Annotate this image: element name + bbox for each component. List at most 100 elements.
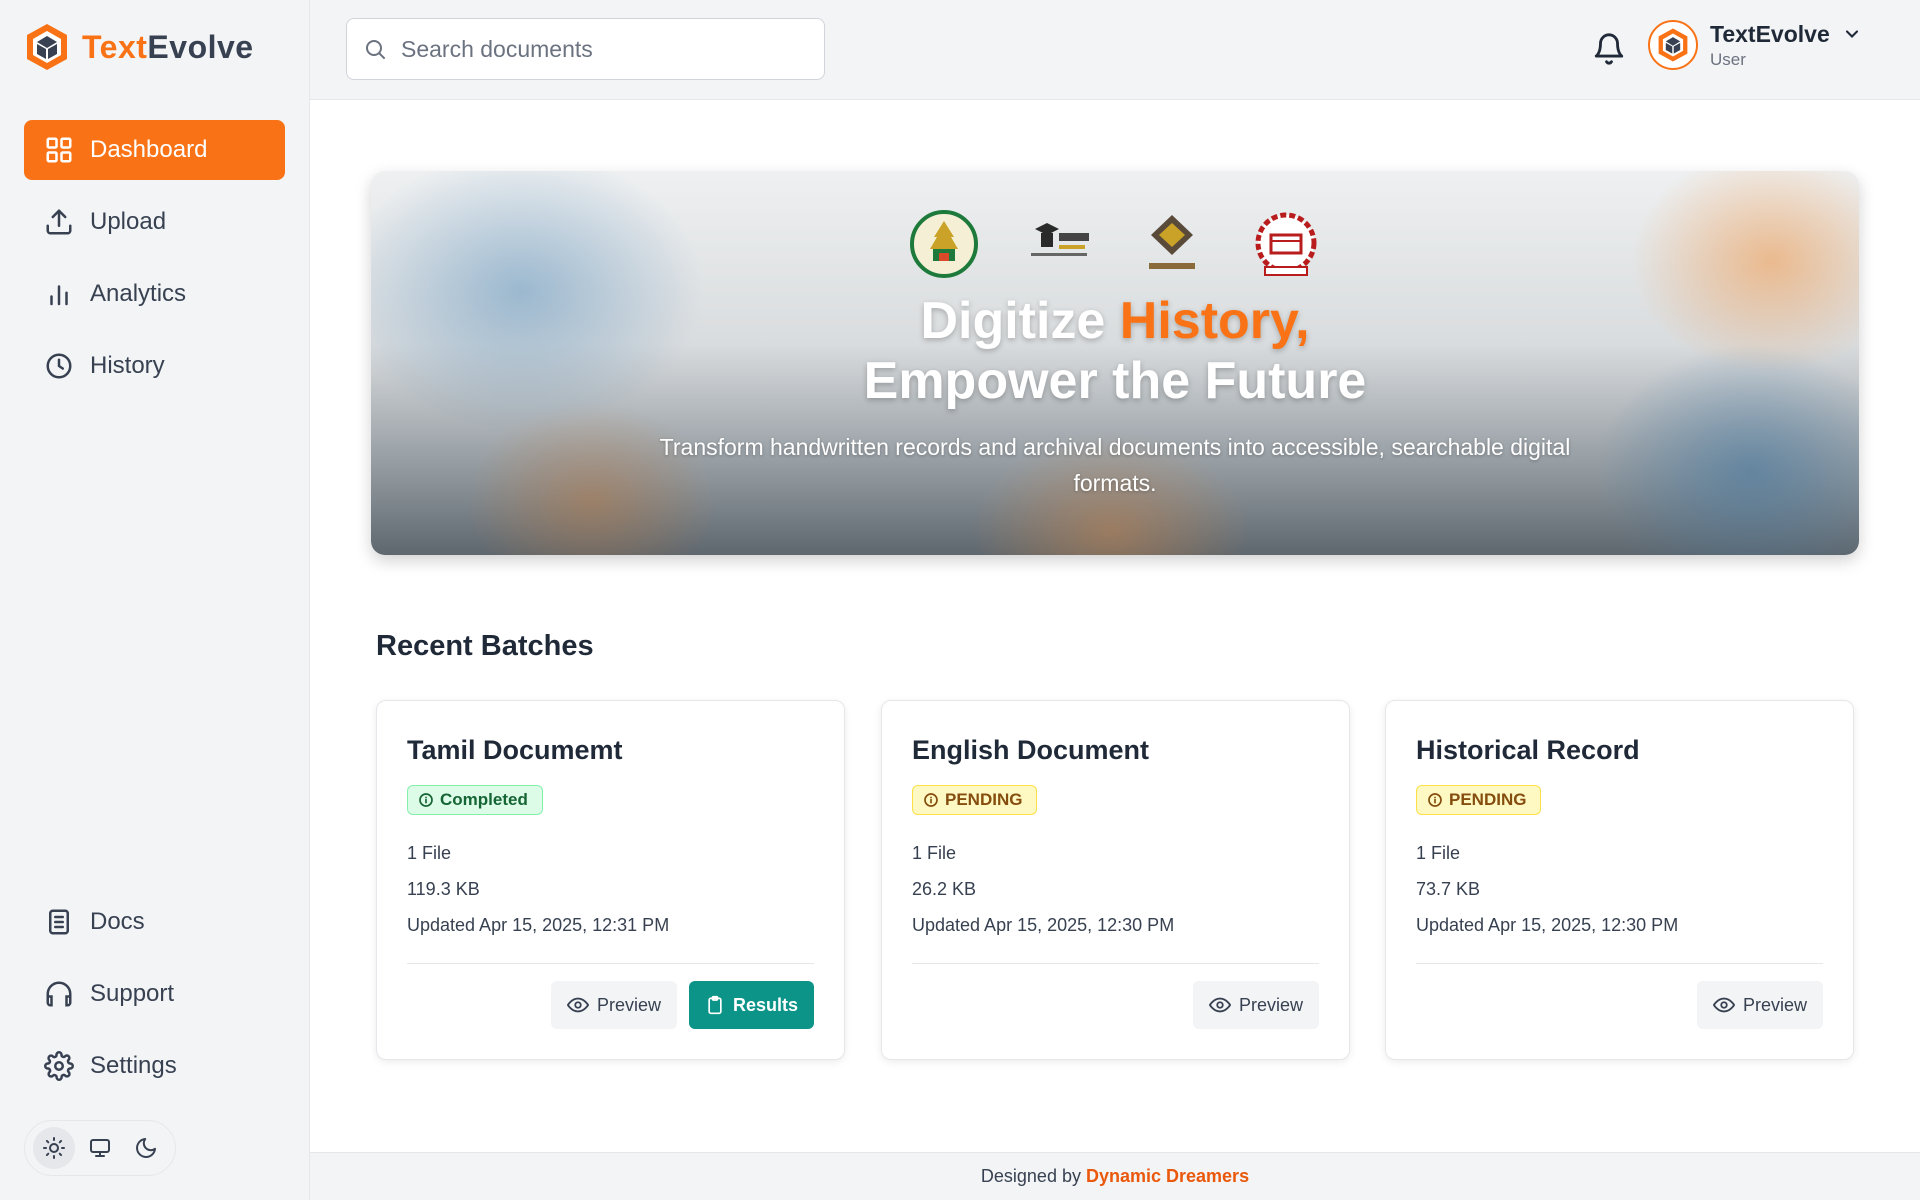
user-role: User [1710, 49, 1746, 69]
theme-dark-button[interactable] [125, 1127, 167, 1169]
user-menu[interactable]: TextEvolve User [1648, 20, 1862, 70]
batch-updated: Updated Apr 15, 2025, 12:31 PM [407, 915, 670, 935]
document-icon [49, 909, 69, 935]
logo-text-part2: Evolve [147, 28, 254, 65]
info-icon [1428, 793, 1442, 807]
batch-updated: Updated Apr 15, 2025, 12:30 PM [1416, 915, 1679, 935]
grid-icon [46, 137, 72, 163]
card-actions: Preview [1696, 981, 1823, 1029]
sidebar-item-docs[interactable]: Docs [24, 892, 285, 952]
batch-file-count: 1 File [407, 843, 452, 863]
search-input[interactable] [401, 35, 801, 63]
preview-button[interactable]: Preview [1192, 981, 1319, 1029]
logo-text-part1: Text [82, 28, 148, 65]
hero-title-plain: Digitize [920, 292, 1120, 350]
hero-subtitle: Transform handwritten records and archiv… [659, 434, 1571, 496]
tamilnadu-emblem [907, 207, 981, 281]
card-divider [912, 963, 1319, 964]
preview-button-label: Preview [1238, 994, 1303, 1015]
sidebar: TextEvolve Dashboard Upload Analytics Hi… [0, 0, 310, 1200]
theme-toggle [24, 1120, 176, 1176]
sidebar-item-dashboard[interactable]: Dashboard [24, 120, 285, 180]
batch-file-count: 1 File [1416, 843, 1461, 863]
headphones-icon [46, 981, 72, 1007]
sidebar-item-settings[interactable]: Settings [24, 1036, 285, 1096]
top-header: TextEvolve User [310, 0, 1920, 100]
user-name: TextEvolve [1710, 20, 1830, 47]
theme-system-button[interactable] [79, 1127, 121, 1169]
batch-size: 119.3 KB [407, 879, 480, 899]
status-badge-label: PENDING [945, 790, 1023, 809]
card-divider [407, 963, 814, 964]
sidebar-item-label: Settings [90, 1052, 177, 1079]
logo-icon [27, 24, 67, 70]
sidebar-item-label: Analytics [90, 280, 187, 307]
search-box [346, 18, 825, 80]
batch-title: Tamil Documemt [407, 735, 623, 765]
logo-icon [1658, 28, 1688, 62]
clock-icon [46, 353, 72, 379]
sun-icon [43, 1137, 65, 1159]
results-button-label: Results [732, 994, 798, 1015]
user-info: TextEvolve User [1710, 21, 1862, 70]
eye-icon [566, 997, 589, 1013]
gear-icon [44, 1051, 74, 1081]
preview-button-label: Preview [596, 994, 661, 1015]
status-badge: Completed [407, 785, 543, 815]
footer-brand-link[interactable]: Dynamic Dreamers [1086, 1166, 1249, 1187]
naan-mudhalvan-logo [1021, 207, 1095, 281]
sidebar-item-label: Upload [90, 208, 167, 235]
sidebar-item-history[interactable]: History [24, 336, 285, 396]
bell-icon[interactable] [1592, 32, 1626, 66]
monitor-icon [90, 1139, 110, 1157]
status-badge: PENDING [912, 785, 1038, 815]
upload-icon [46, 209, 72, 235]
recent-batches-title: Recent Batches [376, 630, 594, 662]
hero-title-line2: Empower the Future [863, 352, 1367, 410]
hero-banner: Digitize History, Empower the Future Tra… [371, 171, 1859, 555]
status-badge-label: PENDING [1449, 790, 1527, 809]
card-actions: Preview [1192, 981, 1319, 1029]
batch-title: English Document [912, 735, 1150, 765]
footer: Designed by Dynamic Dreamers [310, 1152, 1920, 1200]
batch-size: 73.7 KB [1416, 879, 1481, 899]
info-icon [924, 793, 938, 807]
search-icon [366, 40, 385, 59]
batch-card-tamil[interactable]: Tamil Documemt Completed 1 File 119.3 KB… [376, 700, 845, 1060]
status-badge: PENDING [1416, 785, 1542, 815]
sidebar-item-upload[interactable]: Upload [24, 192, 285, 252]
sidebar-nav: Dashboard Upload Analytics History [24, 120, 285, 408]
sidebar-item-analytics[interactable]: Analytics [24, 264, 285, 324]
partner-emblems [371, 207, 1859, 281]
anna-university-emblem [1249, 207, 1323, 281]
bar-chart-icon [50, 285, 68, 306]
batch-card-english[interactable]: English Document PENDING 1 File 26.2 KB … [881, 700, 1350, 1060]
preview-button[interactable]: Preview [1696, 981, 1823, 1029]
app-logo[interactable]: TextEvolve [24, 22, 254, 72]
theme-light-button[interactable] [33, 1127, 75, 1169]
avatar [1648, 20, 1698, 70]
preview-button[interactable]: Preview [550, 981, 677, 1029]
hero-title-highlight: History, [1119, 292, 1310, 350]
info-icon [419, 793, 433, 807]
batch-card-historical[interactable]: Historical Record PENDING 1 File 73.7 KB… [1385, 700, 1854, 1060]
hero-title: Digitize History, Empower the Future [371, 291, 1859, 411]
footer-prefix: Designed by [980, 1166, 1081, 1186]
card-actions: Preview Results [550, 981, 814, 1029]
moon-icon [136, 1138, 156, 1158]
status-badge-label: Completed [440, 790, 528, 809]
chevron-down-icon [1845, 30, 1858, 38]
clipboard-icon [708, 995, 722, 1015]
sidebar-item-support[interactable]: Support [24, 964, 285, 1024]
thiran-logo [1135, 207, 1209, 281]
results-button[interactable]: Results [688, 981, 814, 1029]
sidebar-bottom-nav: Docs Support Settings [24, 892, 285, 1108]
eye-icon [1712, 997, 1735, 1013]
sidebar-item-label: Dashboard [90, 136, 208, 163]
card-divider [1416, 963, 1823, 964]
batch-updated: Updated Apr 15, 2025, 12:30 PM [912, 915, 1175, 935]
batch-title: Historical Record [1416, 735, 1640, 765]
preview-button-label: Preview [1742, 994, 1807, 1015]
sidebar-item-label: Docs [90, 908, 145, 935]
batch-size: 26.2 KB [912, 879, 977, 899]
